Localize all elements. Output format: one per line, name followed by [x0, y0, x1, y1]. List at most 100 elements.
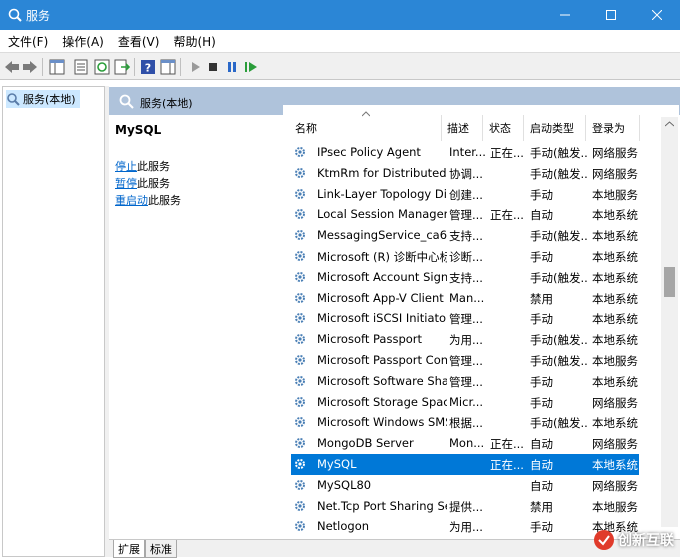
cell-name: MessagingService_ca6005 [317, 228, 447, 243]
table-row[interactable]: Net.Tcp Port Sharing Ser...提供... 禁用 本地服务 [291, 496, 639, 517]
refresh-icon [94, 59, 110, 75]
table-row[interactable]: MySQL 正在... 自动 本地系统 [291, 454, 639, 475]
table-row[interactable]: Microsoft (R) 诊断中心标...诊断... 手动 本地系统 [291, 246, 639, 267]
service-gear-icon [295, 292, 305, 303]
menu-action[interactable]: 操作(A) [54, 33, 110, 50]
export-icon [114, 59, 130, 75]
cell-description: Inter... [449, 145, 486, 159]
column-header-startup-type[interactable]: 启动类型 [530, 117, 574, 139]
show-console-tree-button[interactable] [48, 58, 66, 76]
table-row[interactable]: Microsoft Account Sign-i...支持... 手动(触发...… [291, 267, 639, 288]
service-gear-icon [295, 147, 305, 157]
minimize-icon [560, 14, 570, 16]
close-button[interactable] [634, 0, 680, 30]
menu-file[interactable]: 文件(F) [0, 33, 54, 50]
cell-log-on-as: 网络服务 [592, 437, 638, 452]
cell-log-on-as: 网络服务 [592, 166, 638, 181]
table-row[interactable]: Local Session Manager 管理... 正在... 自动 本地系统 [291, 204, 639, 225]
help-button[interactable]: ? [139, 58, 157, 76]
cell-status: 正在... [490, 437, 524, 452]
pause-service-button[interactable] [223, 58, 241, 76]
scrollbar-thumb[interactable] [664, 267, 675, 297]
export-list-button[interactable] [113, 58, 131, 76]
table-row[interactable]: KtmRm for Distributed Tr...协调... 手动(触发...… [291, 163, 639, 184]
cell-startup-type: 手动 [530, 250, 553, 264]
table-row[interactable]: Microsoft Windows SMS ...根据... 手动(触发... 本地… [291, 412, 639, 433]
cell-description: 根据... [449, 416, 483, 431]
table-row[interactable]: MessagingService_ca6005支持... 手动(触发... 本地系统 [291, 225, 639, 246]
service-gear-icon [295, 459, 305, 469]
table-row[interactable]: MongoDB Server Mon... 正在... 自动 网络服务 [291, 433, 639, 454]
table-row[interactable]: Microsoft Passport Cont...管理... 手动(触发... 本… [291, 350, 639, 371]
cell-startup-type: 自动 [530, 437, 553, 452]
watermark-logo-icon [594, 530, 614, 550]
table-row[interactable]: Link-Layer Topology Disc...创建... 手动 本地服务 [291, 184, 639, 205]
watermark: 创新互联 [593, 529, 674, 551]
cell-startup-type: 自动 [530, 458, 553, 472]
restart-service-button[interactable] [242, 58, 260, 76]
cell-log-on-as: 本地系统 [592, 416, 638, 431]
table-row[interactable]: Microsoft Storage Space...Micr... 手动 网络服务 [291, 392, 639, 413]
play-icon [192, 62, 200, 72]
stop-service-link[interactable]: 停止 [115, 160, 137, 173]
table-row[interactable]: Netlogon 为用... 手动 本地系统 [291, 516, 639, 537]
cell-description: 协调... [449, 166, 483, 181]
console-tree: 服务(本地) [2, 86, 105, 557]
cell-status: 正在... [490, 146, 524, 160]
cell-name: Microsoft Passport [317, 332, 423, 347]
toolbar: ? [0, 52, 680, 80]
cell-name: Microsoft iSCSI Initiator ... [317, 311, 447, 326]
cell-log-on-as: 本地系统 [592, 312, 638, 327]
scroll-up-icon[interactable] [665, 121, 674, 127]
vertical-scrollbar[interactable] [661, 117, 678, 527]
service-gear-icon [295, 521, 305, 532]
restart-icon [245, 62, 257, 72]
forward-button[interactable] [21, 58, 39, 76]
column-header-status[interactable]: 状态 [489, 117, 511, 139]
table-row[interactable]: Microsoft iSCSI Initiator ...管理... 手动 本地系统 [291, 308, 639, 329]
cell-name: Microsoft Windows SMS ... [317, 415, 447, 430]
refresh-button[interactable] [93, 58, 111, 76]
cell-status: 正在... [490, 458, 524, 472]
column-header-name[interactable]: 名称 [295, 117, 317, 139]
pause-icon [228, 62, 236, 72]
service-gear-icon [295, 417, 305, 428]
cell-name: IPsec Policy Agent [317, 145, 421, 159]
watermark-text: 创新互联 [618, 533, 674, 549]
properties-button[interactable] [72, 58, 90, 76]
cell-log-on-as: 本地系统 [592, 291, 638, 306]
svg-text:?: ? [145, 62, 151, 75]
column-header-log-on-as[interactable]: 登录为 [592, 117, 625, 139]
table-row[interactable]: MySQL80 自动 网络服务 [291, 475, 639, 496]
menu-help[interactable]: 帮助(H) [165, 33, 221, 50]
stop-service-button[interactable] [204, 58, 222, 76]
tree-item-services-local[interactable]: 服务(本地) [6, 90, 80, 108]
table-row[interactable]: Microsoft App-V Client Man... 禁用 本地系统 [291, 288, 639, 309]
service-gear-icon [295, 334, 305, 345]
service-gear-icon [295, 271, 305, 282]
pause-service-link[interactable]: 暂停 [115, 177, 137, 190]
menu-view[interactable]: 查看(V) [110, 33, 166, 50]
tab-standard[interactable]: 标准 [145, 540, 177, 558]
maximize-button[interactable] [588, 0, 634, 30]
cell-startup-type: 手动(触发... [530, 229, 588, 244]
window-title: 服务 [26, 9, 51, 23]
start-service-button[interactable] [186, 58, 204, 76]
tab-extended[interactable]: 扩展 [113, 540, 145, 558]
back-button[interactable] [3, 58, 21, 76]
cell-startup-type: 手动 [530, 312, 553, 327]
show-action-pane-button[interactable] [159, 58, 177, 76]
restart-service-link[interactable]: 重启动 [115, 194, 148, 207]
table-row[interactable]: Microsoft Passport 为用... 手动(触发... 本地系统 [291, 329, 639, 350]
pane-header-title: 服务(本地) [140, 97, 193, 110]
table-row[interactable]: IPsec Policy Agent Inter... 正在... 手动(触发... 网… [291, 142, 639, 163]
service-gear-icon [295, 375, 305, 386]
cell-log-on-as: 本地服务 [592, 187, 638, 202]
cell-startup-type: 手动(触发... [530, 270, 588, 285]
column-header-description[interactable]: 描述 [447, 117, 469, 139]
service-gear-icon [295, 251, 305, 261]
table-row[interactable]: Microsoft Software Shad...管理... 手动 本地系统 [291, 371, 639, 392]
service-gear-icon [295, 167, 305, 178]
minimize-button[interactable] [542, 0, 588, 30]
cell-name: Microsoft Software Shad... [317, 373, 447, 388]
